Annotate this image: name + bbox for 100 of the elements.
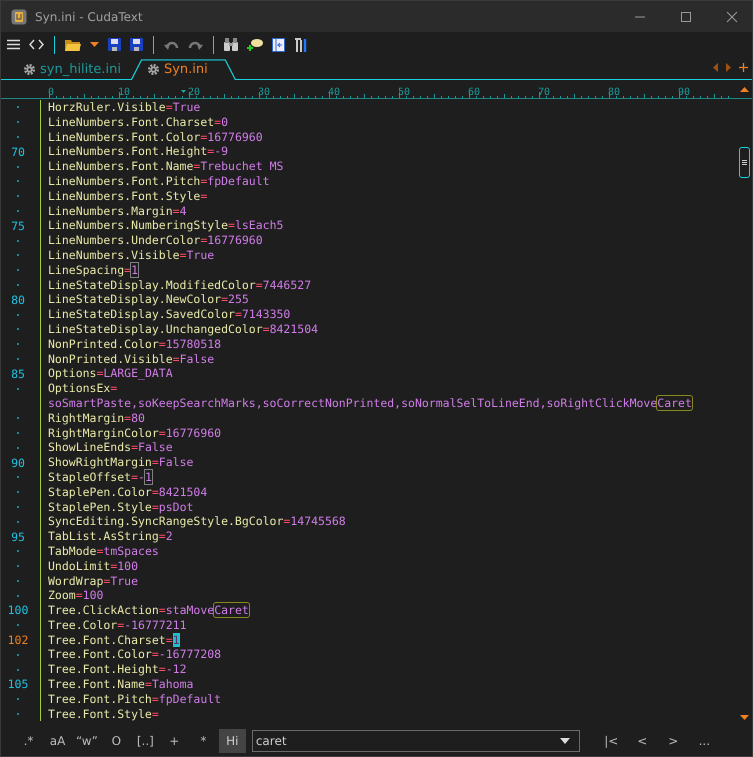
scroll-left-icon[interactable] — [713, 63, 718, 72]
code-line: LineStateDisplay.ModifiedColor=7446527 — [40, 278, 312, 292]
ruler-number: 40 — [328, 87, 340, 98]
option-toggle[interactable]: O — [102, 729, 130, 753]
line-number: 100 — [6, 603, 30, 618]
dropdown-arrow-icon[interactable] — [560, 738, 570, 744]
ruler-number: 10 — [118, 87, 130, 98]
add-tab-icon[interactable] — [739, 63, 748, 72]
option-toggle[interactable]: aA — [44, 729, 71, 753]
code-line: Tree.Font.Color=-16777208 — [40, 647, 222, 662]
menu-icon[interactable] — [7, 39, 20, 50]
line-number: · — [14, 204, 22, 218]
line-number: · — [14, 426, 22, 440]
ruler-number: 70 — [538, 87, 550, 98]
tools-icon[interactable] — [294, 38, 308, 52]
code-line: soSmartPaste,soKeepSearchMarks,soCorrectNonPrinted,soNormalSelToLineEnd,soRightClickMoveCaret — [40, 396, 692, 411]
gear-icon — [146, 63, 160, 76]
file-tab[interactable]: syn_hilite.ini — [1, 59, 131, 80]
code-line: SyncEditing.SyncRangeStyle.BgColor=14745568 — [40, 514, 346, 530]
find-field[interactable]: caret — [252, 730, 580, 752]
scrollbar-thumb[interactable] — [739, 147, 750, 178]
line-number: · — [14, 514, 22, 529]
line-number: · — [14, 352, 22, 366]
code-line: Tree.Font.Charset=1 — [40, 632, 180, 648]
code-line: LineNumbers.Font.Name=Trebuchet MS — [40, 159, 284, 174]
option-toggle[interactable]: * — [190, 729, 217, 753]
ruler-number: 50 — [398, 87, 410, 98]
line-number: 85 — [10, 366, 26, 381]
line-number: · — [14, 618, 22, 632]
gear-icon — [23, 63, 36, 76]
line-number: · — [14, 234, 22, 248]
option-toggle[interactable]: + — [160, 729, 188, 753]
line-number: · — [14, 130, 22, 144]
app-icon — [11, 8, 27, 24]
code-line: NonPrinted.Visible=False — [40, 352, 214, 366]
line-number: · — [14, 411, 22, 426]
close-icon[interactable] — [726, 10, 738, 22]
line-number: · — [14, 692, 22, 706]
code-line: StaplePen.Color=8421504 — [40, 484, 208, 500]
save-icon[interactable] — [130, 38, 143, 51]
dropdown-arrow-icon[interactable] — [90, 42, 99, 47]
code-line: Tree.ClickAction=staMoveCaret — [40, 603, 249, 618]
code-line: LineStateDisplay.SavedColor=7143350 — [40, 307, 290, 322]
scroll-down-icon[interactable] — [740, 715, 749, 720]
line-number: · — [14, 588, 22, 603]
code-line: NonPrinted.Color=15780518 — [40, 336, 222, 352]
save-icon[interactable] — [108, 38, 121, 51]
code-line: RightMarginColor=16776960 — [40, 426, 222, 440]
line-number: · — [14, 559, 22, 574]
line-number: 90 — [10, 456, 26, 470]
option-toggle[interactable]: “w” — [73, 729, 101, 753]
code-line: Tree.Font.Pitch=fpDefault — [40, 692, 222, 707]
line-number: · — [14, 337, 22, 352]
code-line: ShowRightMargin=False — [40, 455, 194, 470]
nav-button[interactable]: |< — [596, 730, 627, 752]
nav-button[interactable]: < — [626, 730, 658, 752]
code-line: LineStateDisplay.NewColor=255 — [40, 292, 249, 308]
line-number: · — [14, 263, 22, 278]
option-toggle[interactable]: .* — [15, 729, 42, 753]
ruler-number: 30 — [258, 87, 270, 98]
grip-icon — [742, 160, 747, 165]
code-line: ShowLineEnds=False — [40, 440, 173, 456]
line-number: · — [14, 470, 22, 484]
scroll-right-icon[interactable] — [726, 63, 731, 72]
line-number: · — [14, 662, 22, 677]
code-line: StapleOffset=-1 — [40, 470, 152, 485]
line-number: 105 — [6, 677, 30, 692]
file-tab[interactable]: Syn.ini — [130, 59, 236, 80]
line-number: · — [14, 544, 22, 558]
code-line: LineNumbers.Visible=True — [40, 248, 214, 263]
line-number: · — [14, 440, 22, 455]
line-number: · — [14, 382, 22, 396]
line-number: · — [14, 248, 22, 262]
line-number: · — [14, 500, 22, 514]
code-line: LineStateDisplay.UnchangedColor=8421504 — [40, 322, 318, 337]
binoculars-icon[interactable] — [224, 38, 238, 51]
maximize-icon[interactable] — [680, 10, 692, 22]
option-toggle[interactable]: [..] — [132, 729, 159, 753]
line-number: · — [14, 160, 22, 174]
option-toggle[interactable]: Hi — [218, 729, 246, 753]
window-title: Syn.ini - CudaText — [35, 10, 144, 24]
scroll-up-icon[interactable] — [740, 87, 749, 92]
code-line: Tree.Font.Height=-12 — [40, 662, 186, 678]
code-brackets-icon[interactable] — [29, 39, 44, 50]
code-line: LineNumbers.UnderColor=16776960 — [40, 233, 263, 248]
code-line: LineNumbers.Font.Pitch=fpDefault — [40, 174, 270, 189]
folder-icon[interactable] — [65, 38, 81, 51]
line-number: 75 — [10, 218, 26, 233]
code-line: LineNumbers.Font.Color=16776960 — [40, 130, 263, 144]
code-line: LineNumbers.Font.Charset=0 — [40, 114, 228, 130]
add-comment-icon[interactable] — [247, 38, 263, 52]
panel-icon[interactable] — [272, 38, 285, 52]
line-number: 70 — [10, 144, 26, 159]
line-number: · — [14, 100, 22, 114]
code-line: RightMargin=80 — [40, 410, 145, 426]
code-line: StaplePen.Style=psDot — [40, 500, 194, 514]
column-marker-icon — [181, 90, 186, 93]
line-number: 95 — [10, 530, 26, 544]
nav-button[interactable]: > — [658, 730, 689, 752]
nav-button[interactable]: ... — [688, 730, 720, 752]
